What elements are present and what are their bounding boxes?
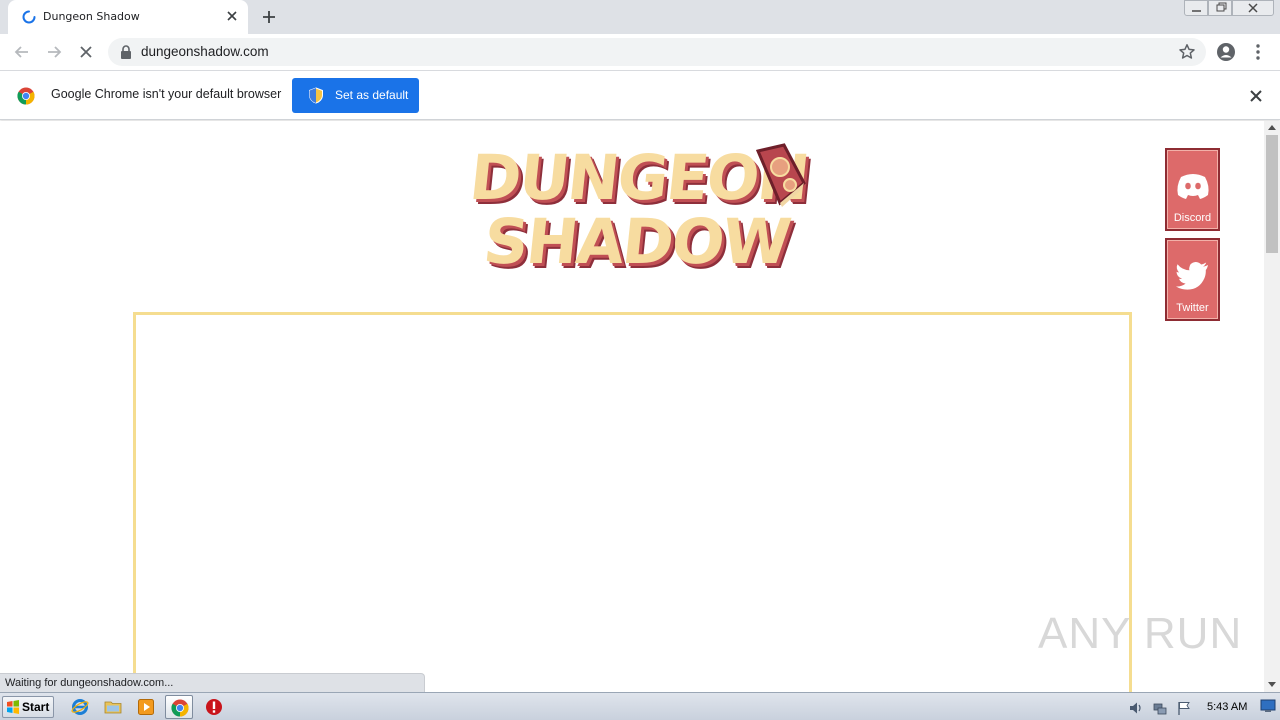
infobar-message: Google Chrome isn't your default browser [51,87,282,101]
chrome-icon [171,699,189,717]
loading-spinner-icon [22,10,36,24]
lock-icon[interactable] [120,45,132,59]
window-close-button[interactable] [1232,0,1274,16]
action-center-flag-icon[interactable] [1176,700,1192,716]
close-icon [1248,3,1258,13]
stop-icon [206,699,222,715]
new-tab-icon[interactable] [260,8,278,26]
default-browser-infobar: Google Chrome isn't your default browser… [0,71,1280,120]
tab-close-icon[interactable] [224,8,240,24]
taskbar-app-chrome[interactable] [165,695,193,719]
watermark-text: ANY RUN [1038,609,1243,658]
tab-dungeon-shadow[interactable]: Dungeon Shadow [8,0,248,34]
vertical-scrollbar[interactable] [1264,121,1280,692]
discord-label: Discord [1173,212,1212,224]
windows-taskbar: Start 5:43 AM [0,692,1280,720]
bookmark-star-icon[interactable] [1178,43,1196,61]
profile-avatar-icon[interactable] [1216,42,1236,62]
taskbar-app-stop[interactable] [200,695,228,719]
set-as-default-label: Set as default [335,88,409,102]
taskbar-app-explorer[interactable] [99,695,127,719]
tab-title: Dungeon Shadow [43,10,140,23]
tab-strip: Dungeon Shadow [0,0,1280,34]
browser-toolbar: dungeonshadow.com [0,34,1280,71]
minimize-icon [1192,10,1201,12]
windows-flag-icon [7,700,19,714]
show-desktop-icon[interactable] [1260,699,1276,713]
network-icon[interactable] [1152,700,1168,716]
scroll-down-arrow-icon[interactable] [1268,682,1276,687]
taskbar-app-ie[interactable] [66,695,94,719]
twitter-icon [1175,262,1208,290]
taskbar-app-media-player[interactable] [132,695,160,719]
taskbar-clock[interactable]: 5:43 AM [1207,701,1247,713]
restore-icon [1216,2,1227,12]
game-frame[interactable] [133,312,1132,692]
ie-icon [71,699,89,715]
page-viewport: DUNGEON SHADOW Discord Twitter ANY RUN [0,121,1264,692]
scrollbar-thumb[interactable] [1266,135,1278,253]
anyrun-watermark: ANY RUN [1038,609,1241,671]
window-restore-button[interactable] [1208,0,1232,16]
spellbook-icon [755,143,806,207]
window-minimize-button[interactable] [1184,0,1208,16]
media-player-icon [138,699,154,715]
shield-icon [309,87,323,104]
logo-line-2: SHADOW [480,205,793,278]
status-text: Waiting for dungeonshadow.com... [5,677,174,689]
start-button[interactable]: Start [2,696,54,718]
chrome-logo-icon [17,87,35,105]
scroll-up-arrow-icon[interactable] [1268,125,1276,130]
twitter-label: Twitter [1176,302,1209,314]
start-label: Start [22,700,50,714]
forward-arrow-icon[interactable] [44,42,64,62]
back-arrow-icon[interactable] [12,42,32,62]
address-bar[interactable]: dungeonshadow.com [108,38,1206,66]
explorer-icon [104,701,122,714]
menu-kebab-icon[interactable] [1248,42,1268,62]
url-text[interactable]: dungeonshadow.com [141,44,269,59]
discord-icon [1177,174,1209,199]
discord-button[interactable]: Discord [1165,148,1220,231]
twitter-button[interactable]: Twitter [1165,238,1220,321]
status-bubble: Waiting for dungeonshadow.com... [0,673,425,693]
volume-icon[interactable] [1128,700,1144,716]
infobar-close-icon[interactable] [1248,88,1264,104]
stop-loading-icon[interactable] [76,42,96,62]
dungeon-shadow-logo[interactable]: DUNGEON SHADOW [466,141,811,283]
set-as-default-button[interactable]: Set as default [292,78,419,113]
